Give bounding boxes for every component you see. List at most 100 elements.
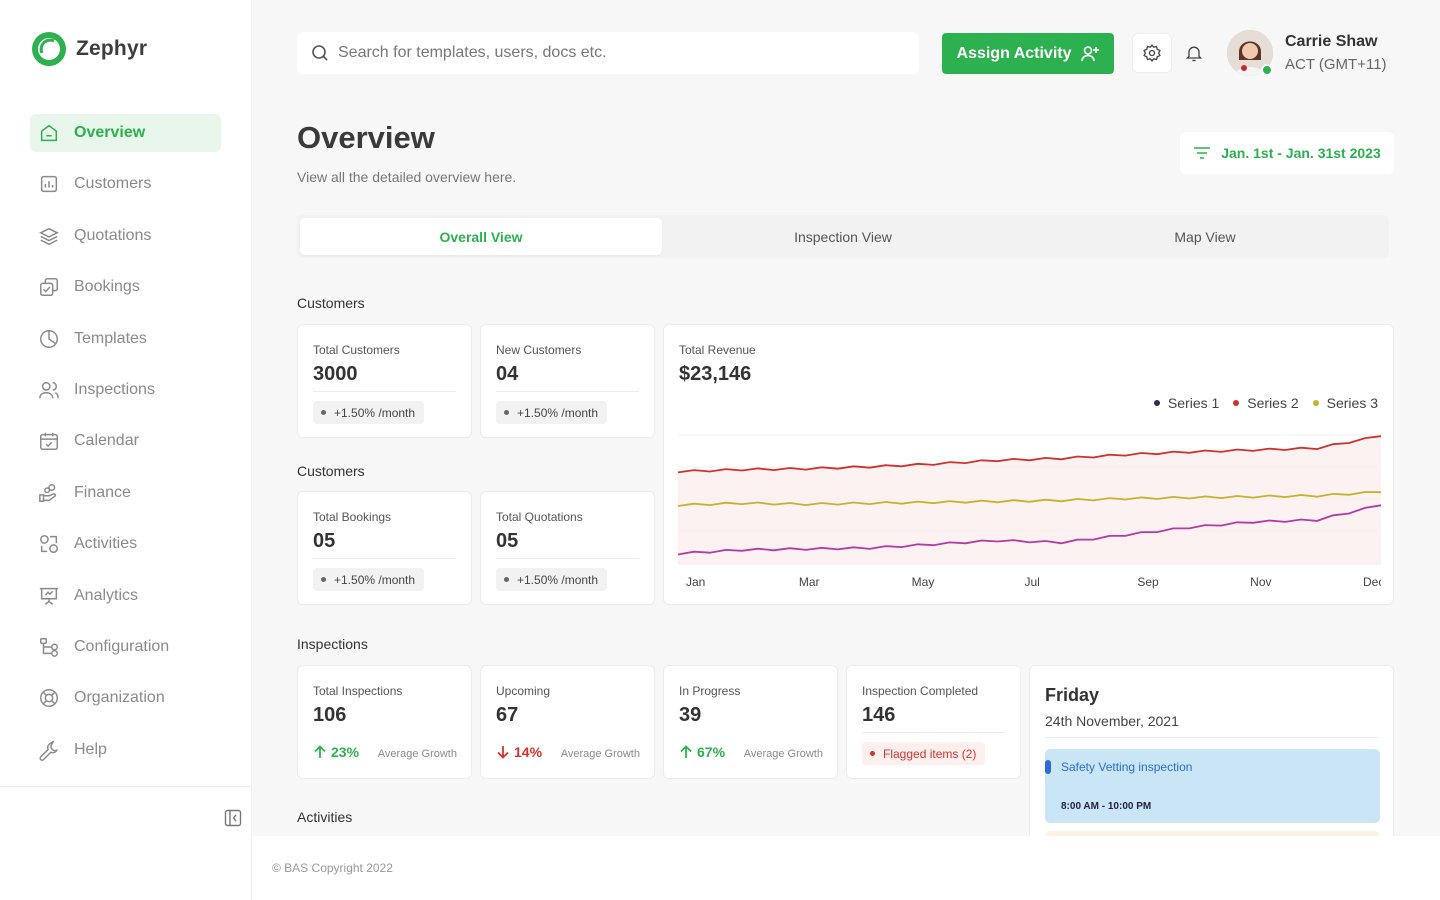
card-label: In Progress — [679, 684, 741, 698]
arrow-up-icon — [314, 745, 326, 758]
activity-shapes-icon — [40, 535, 58, 554]
legend-item-series-1[interactable]: Series 1 — [1153, 395, 1220, 411]
sidebar-item-overview[interactable]: Overview — [30, 114, 221, 152]
sidebar-item-label: Help — [74, 740, 107, 758]
search-icon — [312, 45, 328, 61]
copy-check-icon — [40, 278, 58, 297]
date-range-label: Jan. 1st - Jan. 31st 2023 — [1221, 145, 1381, 161]
growth-indicator: 67% — [679, 744, 725, 760]
wrench-icon — [39, 740, 58, 761]
logo[interactable]: Zephyr — [31, 31, 147, 67]
section-title-customers-secondary: Customers — [297, 463, 365, 479]
total-customers-card[interactable]: Total Customers 3000 +1.50% /month — [297, 324, 472, 438]
sidebar-item-label: Quotations — [74, 226, 152, 244]
users-icon — [39, 381, 59, 399]
legend-item-series-3[interactable]: Series 3 — [1312, 395, 1378, 411]
sidebar-item-configuration[interactable]: Configuration — [30, 628, 221, 666]
section-title-activities: Activities — [297, 809, 353, 825]
total-inspections-card[interactable]: Total Inspections 106 23% Average Growth — [297, 665, 472, 779]
card-value: 05 — [496, 530, 519, 552]
growth-value: 14% — [514, 744, 543, 760]
notifications-button[interactable] — [1174, 33, 1214, 73]
legend-dot — [1153, 400, 1160, 407]
user-timezone: ACT (GMT+11) — [1285, 56, 1387, 73]
revenue-line-chart: Jan Mar May Jul Sep Nov Dec — [678, 434, 1381, 589]
growth-note: Average Growth — [377, 748, 457, 760]
card-value: 05 — [313, 530, 336, 552]
x-tick-label: Mar — [799, 575, 820, 589]
sidebar-item-activities[interactable]: Activities — [30, 525, 221, 563]
footer: © BAS Copyright 2022 — [252, 836, 1440, 900]
legend-item-series-2[interactable]: Series 2 — [1233, 395, 1299, 411]
sidebar-item-finance[interactable]: Finance — [30, 474, 221, 512]
copyright-text: © BAS Copyright 2022 — [272, 861, 393, 875]
sidebar-item-calendar[interactable]: Calendar — [30, 422, 221, 460]
event-time: 8:00 AM - 10:00 PM — [1061, 801, 1152, 812]
sidebar-item-label: Customers — [74, 175, 152, 193]
trend-badge: +1.50% /month — [313, 568, 425, 591]
calendar-check-icon — [40, 433, 58, 451]
card-value: 106 — [313, 704, 347, 726]
sidebar-item-templates[interactable]: Templates — [30, 320, 221, 358]
section-title-customers: Customers — [297, 295, 365, 311]
sidebar-item-label: Analytics — [74, 586, 139, 604]
bell-icon — [1185, 46, 1203, 62]
sidebar-item-help[interactable]: Help — [30, 731, 221, 769]
sidebar-item-organization[interactable]: Organization — [30, 679, 221, 717]
tab-overall-view[interactable]: Overall View — [300, 218, 662, 255]
card-label: Total Bookings — [313, 510, 392, 524]
settings-button[interactable] — [1132, 33, 1172, 73]
trend-badge: +1.50% /month — [313, 401, 425, 424]
hierarchy-icon — [40, 637, 58, 657]
sidebar-item-label: Templates — [74, 329, 147, 347]
user-name: Carrie Shaw — [1285, 33, 1378, 50]
lifebuoy-icon — [40, 689, 58, 708]
schedule-date: 24th November, 2021 — [1045, 713, 1179, 729]
sidebar-divider — [0, 786, 252, 787]
section-title-inspections: Inspections — [297, 636, 368, 652]
search-input[interactable] — [338, 44, 898, 62]
card-label: Total Revenue — [679, 343, 756, 357]
inspection-completed-card[interactable]: Inspection Completed 146 Flagged items (… — [846, 665, 1021, 779]
legend-label: Series 1 — [1167, 395, 1220, 411]
tab-inspection-view[interactable]: Inspection View — [662, 218, 1024, 255]
x-tick-label: Jan — [686, 575, 705, 589]
sidebar-item-label: Configuration — [74, 637, 170, 655]
tab-map-view[interactable]: Map View — [1024, 218, 1386, 255]
arrow-down-icon — [497, 746, 509, 759]
pie-chart-icon — [40, 329, 58, 348]
search-bar[interactable] — [297, 32, 919, 74]
sidebar-item-inspections[interactable]: Inspections — [30, 371, 221, 409]
total-bookings-card[interactable]: Total Bookings 05 +1.50% /month — [297, 491, 472, 605]
growth-value: 67% — [697, 744, 726, 760]
chart-legend: Series 1 Series 2 Series 3 — [1153, 395, 1378, 411]
view-tabs: Overall View Inspection View Map View — [297, 215, 1389, 258]
trend-badge: +1.50% /month — [496, 401, 608, 424]
legend-dot — [1312, 400, 1319, 407]
total-quotations-card[interactable]: Total Quotations 05 +1.50% /month — [480, 491, 655, 605]
sidebar-item-quotations[interactable]: Quotations — [30, 217, 221, 255]
sidebar-item-customers[interactable]: Customers — [30, 165, 221, 203]
schedule-divider — [1045, 737, 1378, 738]
presentation-icon — [39, 587, 59, 605]
collapse-sidebar-icon[interactable] — [224, 809, 242, 827]
calendar-event[interactable]: Safety Vetting inspection 8:00 AM - 10:0… — [1045, 749, 1380, 823]
in-progress-inspections-card[interactable]: In Progress 39 67% Average Growth — [663, 665, 838, 779]
filter-icon — [1194, 147, 1211, 159]
home-icon — [40, 124, 58, 142]
sidebar-item-label: Finance — [74, 483, 131, 501]
sidebar-item-analytics[interactable]: Analytics — [30, 577, 221, 615]
card-value: 04 — [496, 363, 519, 385]
card-label: Inspection Completed — [862, 684, 979, 698]
sidebar-item-bookings[interactable]: Bookings — [30, 268, 221, 306]
date-range-filter[interactable]: Jan. 1st - Jan. 31st 2023 — [1180, 132, 1394, 174]
growth-value: 23% — [331, 744, 360, 760]
assign-activity-button[interactable]: Assign Activity — [942, 33, 1114, 74]
new-customers-card[interactable]: New Customers 04 +1.50% /month — [480, 324, 655, 438]
x-tick-label: Dec — [1363, 575, 1381, 589]
flagged-items-badge[interactable]: Flagged items (2) — [862, 742, 986, 765]
upcoming-inspections-card[interactable]: Upcoming 67 14% Average Growth — [480, 665, 655, 779]
x-tick-label: May — [912, 575, 935, 589]
growth-note: Average Growth — [743, 748, 823, 760]
card-label: New Customers — [496, 343, 582, 357]
